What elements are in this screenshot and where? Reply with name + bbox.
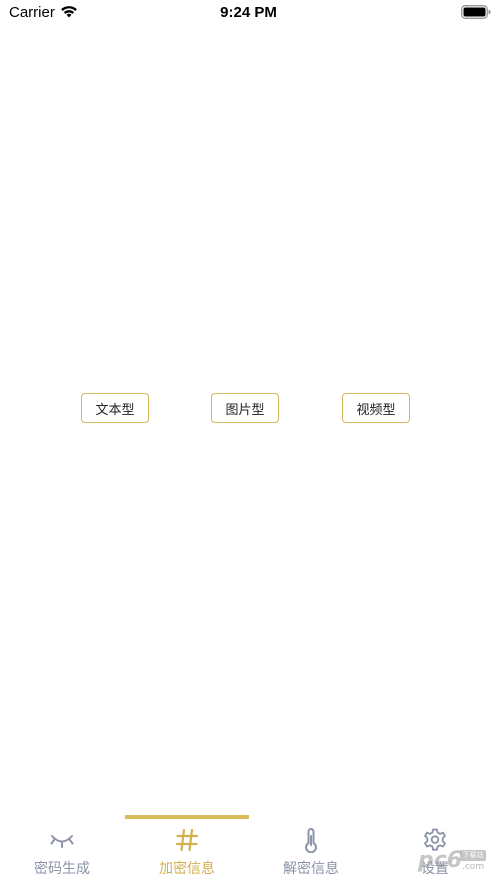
- video-type-label: 视频型: [356, 402, 396, 418]
- thermometer-icon: [305, 828, 317, 853]
- tab-settings[interactable]: 设置: [373, 823, 497, 883]
- tab-password-generate[interactable]: 密码生成: [0, 823, 124, 883]
- status-bar: Carrier 9:24 PM: [0, 0, 497, 28]
- closed-eye-icon: [50, 835, 74, 848]
- hash-icon: [175, 828, 199, 852]
- tab-encrypt-info-label: 加密信息: [159, 861, 215, 877]
- video-type-button[interactable]: 视频型: [342, 393, 410, 423]
- tab-settings-label: 设置: [421, 861, 449, 877]
- battery-icon: [461, 5, 491, 19]
- status-time: 9:24 PM: [220, 4, 277, 21]
- text-type-label: 文本型: [95, 402, 135, 418]
- tab-decrypt-info[interactable]: 解密信息: [249, 823, 373, 883]
- text-type-button[interactable]: 文本型: [81, 393, 149, 423]
- tab-encrypt-info[interactable]: 加密信息: [125, 823, 249, 883]
- tab-password-generate-label: 密码生成: [34, 861, 90, 877]
- image-type-label: 图片型: [225, 402, 265, 418]
- active-tab-indicator: [125, 815, 249, 819]
- tab-decrypt-info-label: 解密信息: [283, 861, 339, 877]
- image-type-button[interactable]: 图片型: [211, 393, 279, 423]
- screen: Carrier 9:24 PM 文本型 图片型 视频型 密码生成 加密信息 解密…: [0, 0, 497, 883]
- tab-bar: 密码生成 加密信息 解密信息 设置: [0, 815, 497, 883]
- gear-icon: [424, 828, 446, 851]
